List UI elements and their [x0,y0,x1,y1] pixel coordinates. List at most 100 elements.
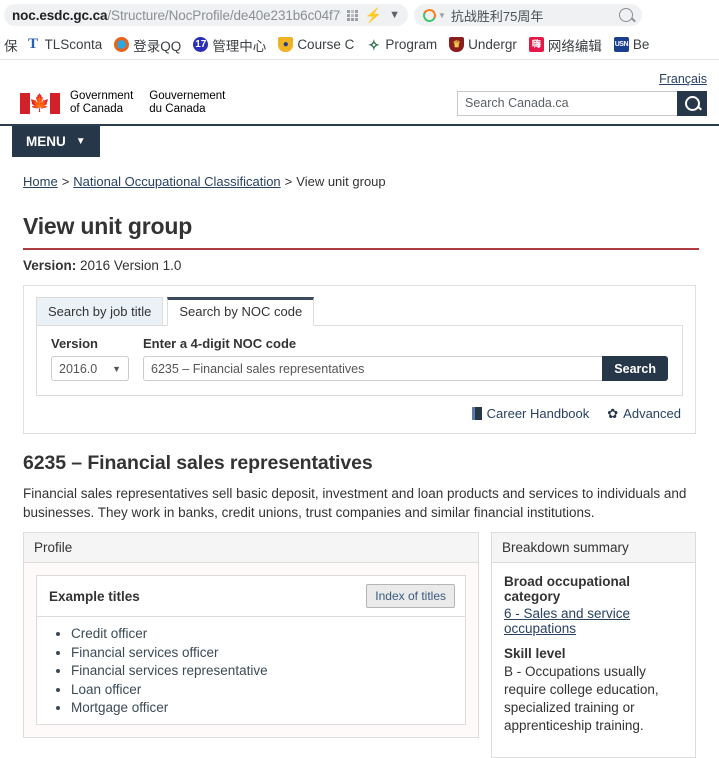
bookmark-item[interactable]: ♛ Undergr [443,35,523,54]
breakdown-card-body: Broad occupational category 6 - Sales an… [492,563,695,757]
bookmark-item[interactable]: ✧ Program [360,35,443,54]
search-panel: Search by job title Search by NOC code V… [23,285,696,434]
breakdown-card: Breakdown summary Broad occupational cat… [491,532,696,758]
gc-signature[interactable]: 🍁 Government of Canada Gouvernement du C… [12,90,225,116]
list-item: Mortgage officer [71,699,465,718]
canada-flag-icon: 🍁 [20,92,60,114]
profile-column: Profile Example titles Index of titles C… [23,532,479,738]
occupation-description: Financial sales representatives sell bas… [23,486,687,520]
browser-toolbar: noc.esdc.gc.ca/Structure/NocProfile/de40… [0,0,719,30]
bookmark-item[interactable]: 登录QQ [108,33,187,57]
version-line: Version: 2016 Version 1.0 [23,258,699,273]
breakdown-card-header: Breakdown summary [492,533,695,563]
broad-occupational-category: Broad occupational category 6 - Sales an… [504,574,683,636]
occupation-title: 6235 – Financial sales representatives [23,452,373,474]
bookmark-item[interactable]: USN Be [608,35,656,54]
bookmark-item[interactable]: 保 [2,33,20,57]
gear-icon: ✿ [607,406,619,421]
site-search-button[interactable] [677,90,707,116]
version-field: Version 2016.0 ▼ [51,336,129,381]
broad-category-label: Broad occupational category [504,574,631,604]
brand-en-line1: Government [70,90,134,102]
bookmark-label: TLSconta [44,37,103,52]
url-path: /Structure/NocProfile/de40e231b6c04f7fl [107,7,341,23]
hi-icon: 嗨 [528,37,544,52]
tab-search-by-noc-code[interactable]: Search by NOC code [167,297,315,326]
language-toggle-row: Français [12,70,707,86]
qq-icon [114,37,130,52]
example-titles-label: Example titles [49,588,140,604]
noc-code-field: Enter a 4-digit NOC code Search [143,336,668,381]
bookmark-item[interactable]: T TLSconta [20,35,109,54]
book-icon [471,407,482,420]
url-text: noc.esdc.gc.ca/Structure/NocProfile/de40… [12,8,341,23]
list-item: Credit officer [71,625,465,644]
chevron-down-icon[interactable]: ▼ [438,11,446,20]
career-handbook-link[interactable]: Career Handbook [471,406,590,421]
brand-fr-line2: du Canada [149,103,206,115]
gc-global-header: Français 🍁 Government of Canada Gouverne… [0,60,719,126]
breadcrumb-item-noc[interactable]: National Occupational Classification [73,174,280,189]
example-titles-list: Credit officer Financial services office… [37,617,465,724]
gc-wordmark: Government of Canada Gouvernement du Can… [70,90,225,116]
crest-icon: ♛ [449,37,465,52]
bookmark-label: 网络编辑 [547,38,602,54]
index-of-titles-button[interactable]: Index of titles [366,584,455,608]
browser-search-text: 抗战胜利75周年 [450,8,544,24]
page-title: View unit group [23,213,699,250]
breadcrumb-item-home[interactable]: Home [23,174,58,189]
page-content: Français 🍁 Government of Canada Gouverne… [0,60,719,758]
version-field-label: Version [51,336,98,351]
bookmark-label: 管理中心 [212,38,267,54]
profile-card-header: Profile [24,533,478,563]
content-columns: Profile Example titles Index of titles C… [23,532,696,758]
address-bar[interactable]: noc.esdc.gc.ca/Structure/NocProfile/de40… [4,4,408,26]
browser-chrome: noc.esdc.gc.ca/Structure/NocProfile/de40… [0,0,719,60]
bookmark-label: Program [385,37,438,52]
bookmark-label: Course C [297,37,355,52]
menu-button[interactable]: MENU ▼ [12,126,100,157]
noc-code-input[interactable] [143,356,603,381]
bookmark-item[interactable]: 嗨 网络编辑 [523,33,608,57]
bookmark-item[interactable]: 17 管理中心 [187,33,272,57]
menu-bar: MENU ▼ [0,126,719,158]
bookmark-label: 登录QQ [133,38,182,54]
tree-icon: ✧ [366,36,382,53]
search-icon[interactable] [619,8,633,22]
career-handbook-label: Career Handbook [486,406,590,421]
brand-en-line2: of Canada [70,103,124,115]
tab-search-by-job-title[interactable]: Search by job title [36,297,164,326]
chevron-down-icon: ▼ [75,136,86,147]
panel-links: Career Handbook ✿ Advanced [36,406,683,421]
profile-card: Profile Example titles Index of titles C… [23,532,479,738]
version-value: 2016 Version 1.0 [80,258,182,273]
chevron-down-icon[interactable]: ▼ [389,9,400,21]
breadcrumb-separator: > [61,174,70,189]
search-icon [684,95,700,111]
search-button[interactable]: Search [602,356,668,381]
language-toggle-link[interactable]: Français [659,72,707,86]
lightning-icon[interactable]: ⚡ [365,8,382,22]
noc-input-row: Search [143,356,668,381]
bookmark-item[interactable]: ● Course C [272,35,360,54]
shield-icon: ● [278,37,294,52]
main-container: Home > National Occupational Classificatio… [0,158,719,758]
qr-code-icon[interactable] [346,9,358,21]
brand-row: 🍁 Government of Canada Gouvernement du C… [12,90,707,116]
advanced-label: Advanced [623,406,681,421]
opera-o-icon [421,6,438,24]
broad-category-link[interactable]: 6 - Sales and service occupations [504,606,683,636]
browser-search-box[interactable]: ▼ 抗战胜利75周年 [414,4,642,26]
version-label: Version: [23,258,77,273]
menu-button-label: MENU [26,134,66,149]
noc-code-field-label: Enter a 4-digit NOC code [143,336,297,351]
brand-fr-line1: Gouvernement [149,90,226,102]
usn-icon: USN [613,37,629,52]
url-host: noc.esdc.gc.ca [12,7,108,23]
version-select[interactable]: 2016.0 ▼ [51,356,129,381]
list-item: Loan officer [71,681,465,700]
advanced-link[interactable]: ✿ Advanced [607,406,681,421]
breadcrumb-item-current: View unit group [296,174,386,189]
site-search-input[interactable] [457,90,677,116]
t-letter-icon: T [27,36,38,52]
